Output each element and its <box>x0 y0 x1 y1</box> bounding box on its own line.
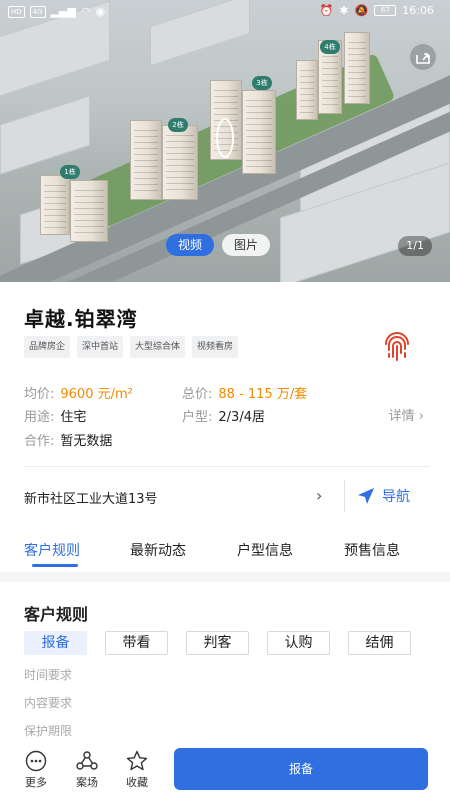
more-label: 更多 <box>25 776 47 789</box>
star-icon <box>126 750 148 771</box>
total-price-value: 88 - 115 万/套 <box>218 387 308 402</box>
more-icon <box>25 750 47 772</box>
requirement-label: 时间要求 <box>24 668 73 682</box>
navigate-button[interactable]: 导航 <box>356 486 410 506</box>
total-price-row: 总价: 88 - 115 万/套 <box>182 383 307 402</box>
navigation-arrow-icon <box>358 488 374 504</box>
cooperation-row: 合作: 暂无数据 <box>24 430 112 449</box>
project-tag: 品牌房企 <box>24 336 71 358</box>
project-tag: 深中首站 <box>77 336 124 358</box>
avg-price-label: 均价: <box>24 387 55 402</box>
navigate-label: 导航 <box>382 489 410 505</box>
rule-options: 报备 带看 判客 认购 结佣 <box>24 631 411 655</box>
section-gap <box>0 572 450 582</box>
rule-option-commission[interactable]: 结佣 <box>348 631 411 655</box>
avg-price-row: 均价: 9600 元/m² <box>24 383 133 402</box>
usage-row: 用途: 住宅 <box>24 406 86 425</box>
requirement-label: 内容要求 <box>24 696 73 710</box>
building-tag: 1栋 <box>60 165 80 179</box>
status-bar: HD 4G ▂▄▆ ◠ ◉ ⏰ ✱ 🔕 67 16:06 <box>0 0 450 24</box>
project-title: 卓越.铂翠湾 <box>24 307 138 331</box>
battery-icon: 67 <box>374 5 397 16</box>
layout-label: 户型: <box>182 410 213 425</box>
favorite-button[interactable]: 收藏 <box>119 750 155 790</box>
network-indicator: 4G <box>29 5 46 18</box>
case-label: 案场 <box>76 776 98 789</box>
tab-customer-rules[interactable]: 客户规则 <box>24 540 80 560</box>
landmark-ring <box>216 118 234 158</box>
video-tab[interactable]: 视频 <box>166 234 215 256</box>
detail-label: 详情 <box>388 409 415 424</box>
cooperation-value: 暂无数据 <box>60 434 113 449</box>
people-network-icon <box>76 751 98 770</box>
divider <box>344 480 345 512</box>
image-counter: 1/1 <box>398 236 432 256</box>
signal-icon: ▂▄▆ <box>50 5 76 18</box>
building-tag: 2栋 <box>168 118 188 132</box>
bluetooth-icon: ✱ <box>339 4 349 17</box>
rule-option-subscribe[interactable]: 认购 <box>267 631 330 655</box>
case-button[interactable]: 案场 <box>69 750 105 790</box>
rule-option-visit[interactable]: 带看 <box>105 631 168 655</box>
divider <box>24 466 430 467</box>
image-tab[interactable]: 图片 <box>222 234 271 256</box>
section-tabs: 客户规则 最新动态 户型信息 预售信息 <box>0 540 450 570</box>
media-switch: 视频 图片 <box>166 234 271 256</box>
tab-presale-info[interactable]: 预售信息 <box>344 540 400 560</box>
building-tag: 3栋 <box>252 76 272 90</box>
detail-link[interactable]: 详情 › <box>389 405 424 424</box>
clock: 16:06 <box>402 4 434 17</box>
layout-value: 2/3/4居 <box>218 410 265 425</box>
active-tab-indicator <box>32 564 78 567</box>
eye-icon: ◉ <box>95 5 106 18</box>
tab-floor-plans[interactable]: 户型信息 <box>237 540 293 560</box>
mute-icon: 🔕 <box>354 4 369 17</box>
cooperation-label: 合作: <box>24 434 55 449</box>
alarm-icon: ⏰ <box>319 4 334 17</box>
rule-option-report[interactable]: 报备 <box>24 631 87 655</box>
building-tag: 4栋 <box>320 40 340 54</box>
chevron-right-icon[interactable]: › <box>316 486 322 505</box>
more-button[interactable]: 更多 <box>18 750 54 790</box>
report-button[interactable]: 报备 <box>174 748 428 790</box>
rule-option-judge[interactable]: 判客 <box>186 631 249 655</box>
share-icon <box>416 53 430 64</box>
wifi-icon: ◠ <box>80 5 91 18</box>
section-title: 客户规则 <box>24 605 89 624</box>
layout-row: 户型: 2/3/4居 <box>182 406 265 425</box>
favorite-label: 收藏 <box>126 776 148 789</box>
share-button[interactable] <box>410 44 436 70</box>
usage-value: 住宅 <box>60 410 87 425</box>
usage-label: 用途: <box>24 410 55 425</box>
project-tag: 大型综合体 <box>130 336 186 358</box>
avg-price-value: 9600 元/m² <box>60 387 133 402</box>
address-text[interactable]: 新市社区工业大道13号 <box>24 488 158 507</box>
requirement-label: 保护期限 <box>24 724 73 738</box>
page: 1栋 2栋 3栋 4栋 HD 4G ▂▄▆ ◠ ◉ ⏰ ✱ 🔕 67 16:06… <box>0 0 450 800</box>
tab-latest-news[interactable]: 最新动态 <box>130 540 186 560</box>
fingerprint-icon[interactable] <box>380 330 414 364</box>
project-tags: 品牌房企 深中首站 大型综合体 视频看房 <box>24 336 239 358</box>
total-price-label: 总价: <box>182 387 213 402</box>
bottom-action-bar: 更多 案场 收藏 报备 <box>0 742 450 800</box>
hd-indicator: HD <box>8 5 25 18</box>
project-tag: 视频看房 <box>192 336 239 358</box>
chevron-right-icon: › <box>418 409 424 424</box>
